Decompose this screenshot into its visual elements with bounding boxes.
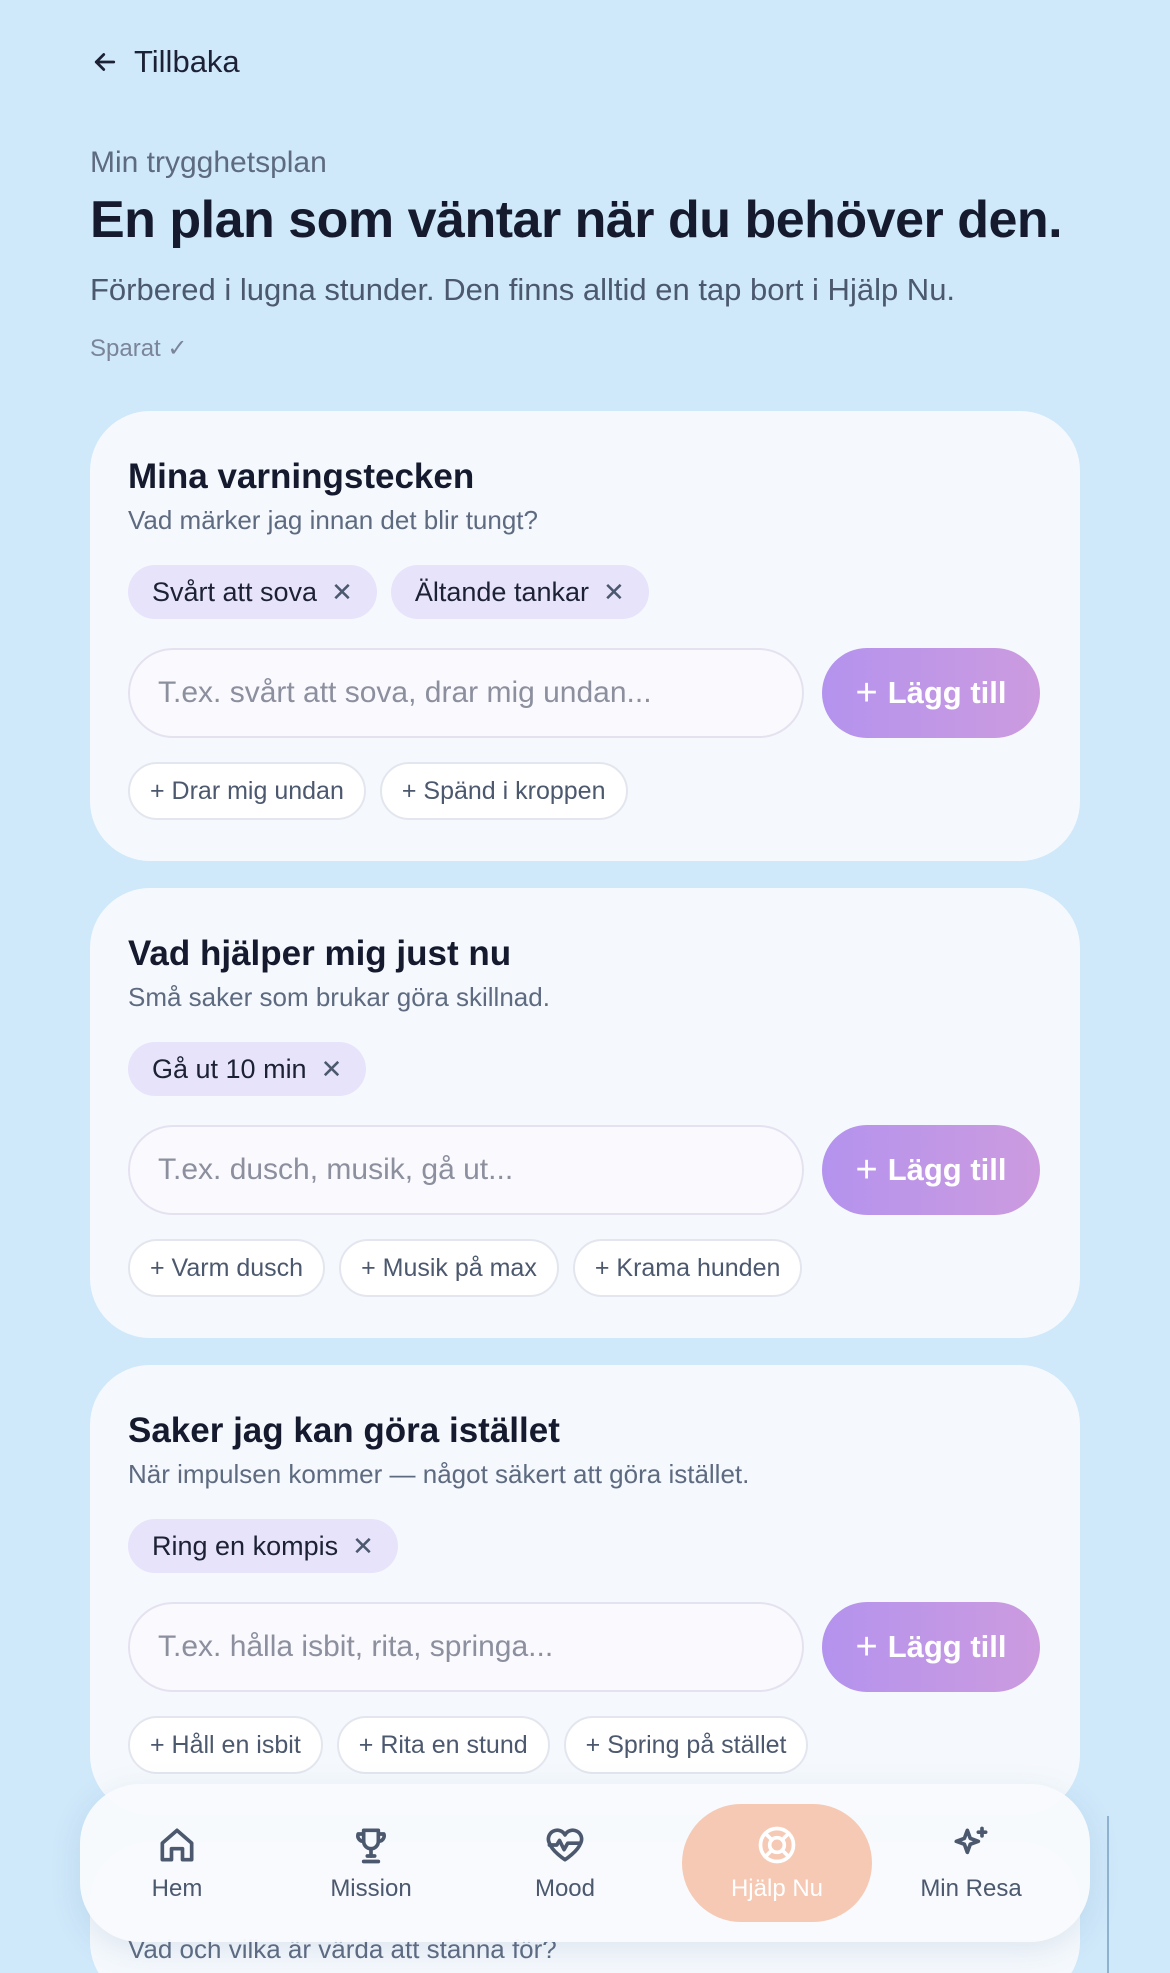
suggestion-chip[interactable]: + Drar mig undan xyxy=(128,762,366,820)
nav-item-label: Min Resa xyxy=(920,1875,1022,1902)
chip-label: Gå ut 10 min xyxy=(152,1053,307,1084)
section-description: När impulsen kommer — något säkert att g… xyxy=(128,1459,750,1489)
section-description: Små saker som brukar göra skillnad. xyxy=(128,982,550,1012)
lifebuoy-icon xyxy=(758,1826,796,1864)
add-button[interactable]: + Lägg till xyxy=(822,648,1040,738)
nav-item-hem[interactable]: Hem xyxy=(82,1804,272,1922)
nav-item-label: Hjälp Nu xyxy=(730,1875,824,1902)
chip-list: Ring en kompis ✕ xyxy=(128,1519,398,1573)
add-row: + Lägg till xyxy=(128,648,1040,738)
nav-item-label: Hem xyxy=(151,1875,203,1902)
add-button[interactable]: + Lägg till xyxy=(822,1602,1040,1692)
remove-chip-icon[interactable]: ✕ xyxy=(352,1531,374,1562)
add-button-label: Lägg till xyxy=(887,1152,1007,1187)
nav-item-label: Mission xyxy=(330,1875,412,1902)
nav-item-mood[interactable]: Mood xyxy=(470,1804,660,1922)
back-label: Tillbaka xyxy=(134,44,240,79)
chip-list: Svårt att sova ✕ Ältande tankar ✕ xyxy=(128,565,649,619)
nav-item-label: Mood xyxy=(534,1875,596,1902)
plus-icon: + xyxy=(855,1149,878,1191)
section-card-what-helps: Vad hjälper mig just nu Små saker som br… xyxy=(90,888,1080,1338)
chip-list: Gå ut 10 min ✕ xyxy=(128,1042,367,1096)
suggestion-chip[interactable]: + Spänd i kroppen xyxy=(379,762,628,820)
suggestion-list: + Varm dusch + Musik på max + Krama hund… xyxy=(128,1239,803,1297)
add-button[interactable]: + Lägg till xyxy=(822,1125,1040,1215)
sparkles-icon xyxy=(954,1826,988,1855)
add-button-label: Lägg till xyxy=(887,675,1007,710)
plus-icon: + xyxy=(855,672,878,714)
nav-item-hjalp-nu[interactable]: Hjälp Nu xyxy=(682,1804,872,1922)
suggestion-chip[interactable]: + Musik på max xyxy=(339,1239,559,1297)
nav-item-mission[interactable]: Mission xyxy=(276,1804,466,1922)
chip-label: Ring en kompis xyxy=(152,1530,339,1561)
section-description: Vad märker jag innan det blir tungt? xyxy=(128,505,538,535)
add-row: + Lägg till xyxy=(128,1602,1040,1692)
suggestion-chip[interactable]: + Håll en isbit xyxy=(128,1716,323,1774)
section-card-alternatives: Saker jag kan göra istället När impulsen… xyxy=(90,1365,1080,1815)
trophy-icon xyxy=(356,1828,386,1864)
chip: Gå ut 10 min ✕ xyxy=(128,1042,367,1096)
suggestion-list: + Håll en isbit + Rita en stund + Spring… xyxy=(128,1716,809,1774)
alternative-input[interactable] xyxy=(128,1602,804,1692)
suggestion-chip[interactable]: + Krama hunden xyxy=(572,1239,803,1297)
remove-chip-icon[interactable]: ✕ xyxy=(321,1054,343,1085)
chip: Svårt att sova ✕ xyxy=(128,565,377,619)
chip: Ältande tankar ✕ xyxy=(390,565,649,619)
back-button[interactable]: Tillbaka xyxy=(90,44,240,80)
add-button-label: Lägg till xyxy=(887,1629,1007,1664)
arrow-left-icon xyxy=(94,53,116,71)
bottom-nav: Hem Mission Mood Hjälp Nu Min Resa xyxy=(80,1784,1090,1942)
page-subtitle: Förbered i lugna stunder. Den finns allt… xyxy=(90,272,956,307)
suggestion-chip[interactable]: + Rita en stund xyxy=(336,1716,550,1774)
suggestion-chip[interactable]: + Varm dusch xyxy=(128,1239,326,1297)
section-card-warning-signs: Mina varningstecken Vad märker jag innan… xyxy=(90,411,1080,861)
chip: Ring en kompis ✕ xyxy=(128,1519,398,1573)
section-title: Vad hjälper mig just nu xyxy=(128,934,512,973)
remove-chip-icon[interactable]: ✕ xyxy=(331,577,353,608)
suggestion-list: + Drar mig undan + Spänd i kroppen xyxy=(128,762,628,820)
chip-label: Svårt att sova xyxy=(152,576,318,607)
remove-chip-icon[interactable]: ✕ xyxy=(603,577,625,608)
page-title: En plan som väntar när du behöver den. xyxy=(90,191,1063,249)
chip-label: Ältande tankar xyxy=(414,576,589,607)
add-row: + Lägg till xyxy=(128,1125,1040,1215)
helper-input[interactable] xyxy=(128,1125,804,1215)
section-title: Mina varningstecken xyxy=(128,457,475,496)
page-eyebrow: Min trygghetsplan xyxy=(90,146,327,179)
scroll-edge xyxy=(1107,1816,1109,1973)
warning-sign-input[interactable] xyxy=(128,648,804,738)
nav-item-min-resa[interactable]: Min Resa xyxy=(876,1804,1066,1922)
heart-pulse-icon xyxy=(546,1828,584,1862)
suggestion-chip[interactable]: + Spring på stället xyxy=(563,1716,809,1774)
home-icon xyxy=(160,1828,194,1862)
section-title: Saker jag kan göra istället xyxy=(128,1411,560,1450)
saved-status: Sparat ✓ xyxy=(90,335,188,362)
plus-icon: + xyxy=(855,1626,878,1668)
